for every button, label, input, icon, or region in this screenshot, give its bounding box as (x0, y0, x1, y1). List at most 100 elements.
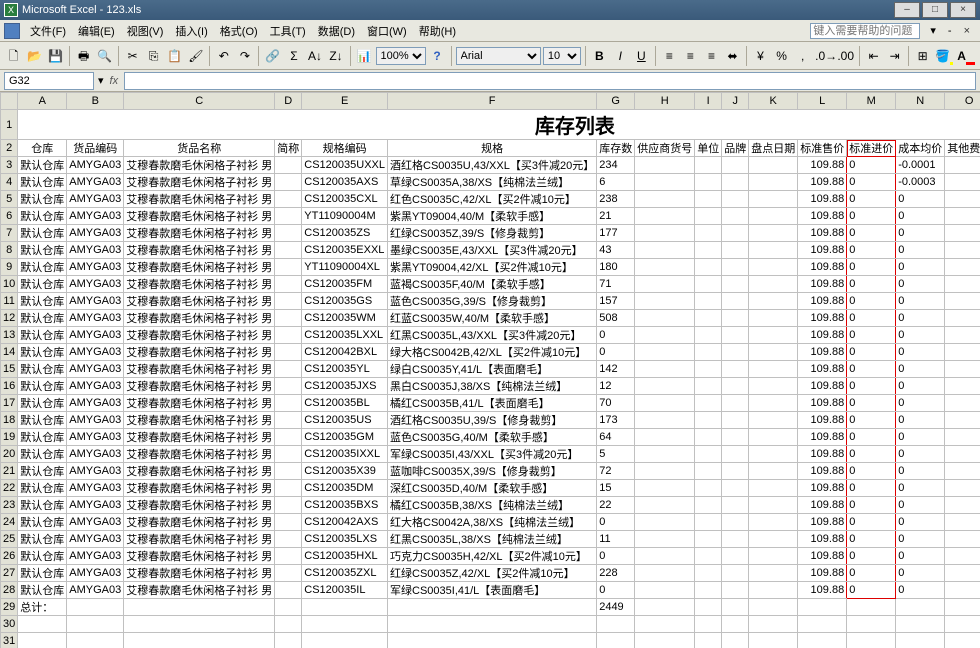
sort-asc-button[interactable]: A↓ (305, 46, 324, 66)
cell[interactable] (749, 378, 798, 395)
cell[interactable] (275, 174, 302, 191)
cell[interactable] (695, 293, 722, 310)
cell[interactable]: 艾穆春款磨毛休闲格子衬衫 男 (124, 174, 275, 191)
cell[interactable] (945, 259, 980, 276)
menu-insert[interactable]: 插入(I) (169, 23, 213, 39)
row-header[interactable]: 12 (1, 310, 18, 327)
cell[interactable]: 11 (597, 531, 635, 548)
cell[interactable] (275, 565, 302, 582)
cell[interactable]: 默认仓库 (18, 242, 67, 259)
cell[interactable] (275, 446, 302, 463)
cell[interactable] (275, 259, 302, 276)
cell[interactable] (945, 293, 980, 310)
cell[interactable] (67, 599, 124, 616)
cell[interactable] (635, 497, 695, 514)
cell[interactable]: 0 (896, 191, 945, 208)
cell[interactable] (635, 157, 695, 174)
cell[interactable] (635, 174, 695, 191)
cell[interactable]: 艾穆春款磨毛休闲格子衬衫 男 (124, 259, 275, 276)
cell[interactable] (945, 446, 980, 463)
cell[interactable] (635, 548, 695, 565)
cell[interactable] (275, 514, 302, 531)
col-header-E[interactable]: E (302, 93, 388, 110)
cell[interactable] (695, 395, 722, 412)
cell[interactable]: AMYGA03 (67, 548, 124, 565)
cell[interactable] (635, 344, 695, 361)
col-header-O[interactable]: O (945, 93, 980, 110)
cell[interactable] (945, 327, 980, 344)
cell[interactable]: 0 (597, 344, 635, 361)
row-header[interactable]: 5 (1, 191, 18, 208)
row-header[interactable]: 3 (1, 157, 18, 174)
cell[interactable] (275, 463, 302, 480)
col-header-I[interactable]: I (695, 93, 722, 110)
cell[interactable]: 默认仓库 (18, 463, 67, 480)
cell[interactable]: 0 (847, 293, 896, 310)
cell[interactable] (945, 344, 980, 361)
open-button[interactable]: 📂 (25, 46, 44, 66)
cell[interactable] (722, 514, 749, 531)
row-header[interactable]: 28 (1, 582, 18, 599)
cell[interactable] (695, 446, 722, 463)
cut-button[interactable]: ✂ (123, 46, 142, 66)
cell[interactable]: 默认仓库 (18, 208, 67, 225)
cell[interactable]: 紫黑YT09004,42/XL【买2件减10元】 (388, 259, 597, 276)
cell[interactable] (847, 633, 896, 648)
cell[interactable]: 109.88 (798, 191, 847, 208)
row-header[interactable]: 4 (1, 174, 18, 191)
cell[interactable] (749, 531, 798, 548)
cell[interactable]: 2449 (597, 599, 635, 616)
cell[interactable]: AMYGA03 (67, 310, 124, 327)
cell[interactable]: 0 (896, 225, 945, 242)
cell[interactable] (275, 157, 302, 174)
cell[interactable]: 228 (597, 565, 635, 582)
menu-help[interactable]: 帮助(H) (413, 23, 462, 39)
cell[interactable]: 艾穆春款磨毛休闲格子衬衫 男 (124, 327, 275, 344)
cell[interactable]: 109.88 (798, 242, 847, 259)
cell[interactable]: 0 (847, 412, 896, 429)
cell[interactable]: 默认仓库 (18, 276, 67, 293)
cell[interactable]: 109.88 (798, 293, 847, 310)
cell[interactable] (945, 361, 980, 378)
cell[interactable]: 109.88 (798, 582, 847, 599)
cell[interactable] (722, 327, 749, 344)
cell[interactable]: CS120035BL (302, 395, 388, 412)
cell[interactable] (695, 412, 722, 429)
cell[interactable]: 0 (896, 565, 945, 582)
comma-button[interactable]: , (793, 46, 812, 66)
cell[interactable] (722, 242, 749, 259)
cell[interactable] (749, 565, 798, 582)
cell[interactable] (945, 412, 980, 429)
cell[interactable]: AMYGA03 (67, 191, 124, 208)
cell[interactable]: 0 (896, 429, 945, 446)
cell[interactable]: 70 (597, 395, 635, 412)
cell[interactable]: CS120042BXL (302, 344, 388, 361)
cell[interactable] (722, 259, 749, 276)
cell[interactable]: 默认仓库 (18, 497, 67, 514)
cell[interactable]: 默认仓库 (18, 548, 67, 565)
cell[interactable] (749, 395, 798, 412)
cell[interactable]: AMYGA03 (67, 514, 124, 531)
cell[interactable]: 酒红格CS0035U,39/S【修身裁剪】 (388, 412, 597, 429)
cell[interactable] (695, 191, 722, 208)
cell[interactable] (722, 157, 749, 174)
spreadsheet-grid[interactable]: ABCDEFGHIJKLMNOPQ1库存列表2仓库货品编码货品名称简称规格编码规… (0, 92, 980, 648)
cell[interactable]: 橘红CS0035B,41/L【表面磨毛】 (388, 395, 597, 412)
cell[interactable]: CS120035LXS (302, 531, 388, 548)
zoom-select[interactable]: 100% (376, 47, 426, 65)
cell[interactable] (945, 514, 980, 531)
row-header[interactable]: 18 (1, 412, 18, 429)
cell[interactable]: 默认仓库 (18, 514, 67, 531)
cell[interactable]: 0 (896, 293, 945, 310)
cell[interactable] (302, 633, 388, 648)
cell[interactable]: 109.88 (798, 327, 847, 344)
cell[interactable]: 142 (597, 361, 635, 378)
cell[interactable]: 默认仓库 (18, 327, 67, 344)
cell[interactable]: CS120035UXXL (302, 157, 388, 174)
font-color-button[interactable]: A (956, 46, 976, 66)
cell[interactable]: 109.88 (798, 429, 847, 446)
cell[interactable]: 0 (847, 157, 896, 174)
cell[interactable]: 0 (597, 327, 635, 344)
cell[interactable]: 109.88 (798, 276, 847, 293)
increase-indent-button[interactable]: ⇥ (885, 46, 904, 66)
